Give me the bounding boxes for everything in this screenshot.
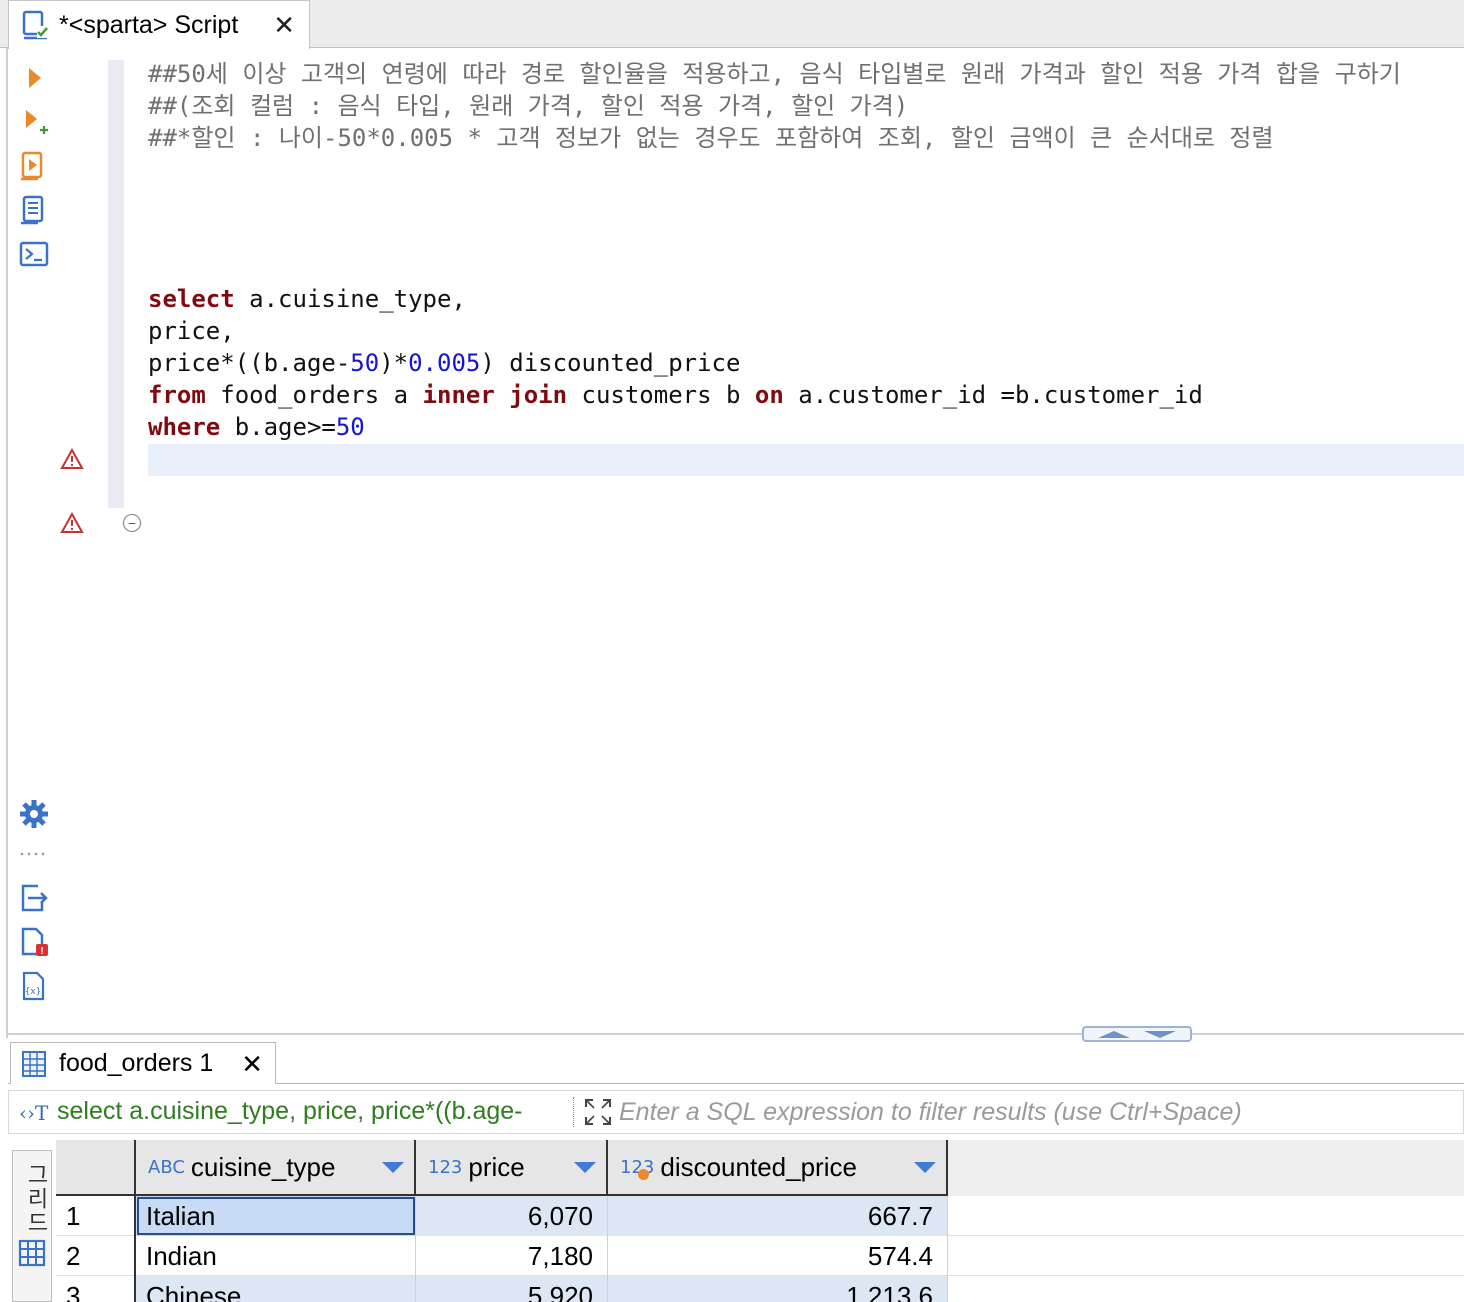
comment-line-3[interactable]: ##*할인 : 나이-50*0.005 * 고객 정보가 없는 경우도 포함하여… xyxy=(148,122,1274,154)
table-grid-icon xyxy=(22,1050,46,1077)
maximize-arrow-icon[interactable] xyxy=(1098,1030,1130,1038)
editor-line-ruler xyxy=(108,60,124,508)
cell-cuisine-type[interactable]: Indian xyxy=(136,1236,416,1276)
calculated-dot-icon xyxy=(638,1168,649,1180)
sql-line-price[interactable]: price, xyxy=(148,315,235,347)
sort-dropdown-icon[interactable] xyxy=(914,1162,936,1173)
grid-side-label: 그리드 xyxy=(23,1163,48,1235)
sql-expr-part-b: )* xyxy=(379,349,409,377)
sql-line-discount[interactable]: price*((b.age-50)*0.005) discounted_pric… xyxy=(148,347,740,379)
explain-plan-icon[interactable] xyxy=(18,194,50,226)
grid-view-side-panel[interactable]: 그리드 xyxy=(12,1150,52,1302)
sql-from-table: food_orders a xyxy=(205,381,423,409)
calculated-numeric-type-icon: 123 xyxy=(620,1157,654,1180)
editor-tab-bar: *<sparta> Script ✕ xyxy=(0,0,1464,49)
row-number[interactable]: 1 xyxy=(56,1196,136,1236)
filter-input[interactable] xyxy=(619,1095,1449,1129)
expand-filter-icon[interactable] xyxy=(583,1097,613,1127)
column-header-label: cuisine_type xyxy=(190,1151,336,1182)
terminal-icon[interactable] xyxy=(18,238,50,270)
column-header-label: price xyxy=(468,1151,525,1182)
cell-price[interactable]: 5,920 xyxy=(416,1276,608,1302)
comment-line-2[interactable]: ##(조회 컬럼 : 음식 타입, 원래 가격, 할인 적용 가격, 할인 가격… xyxy=(148,90,908,122)
close-script-tab-icon[interactable]: ✕ xyxy=(273,12,295,38)
column-header-label: discounted_price xyxy=(660,1151,857,1182)
sort-dropdown-icon[interactable] xyxy=(574,1162,596,1173)
sql-where-number: 50 xyxy=(335,413,365,441)
minimize-arrow-icon[interactable] xyxy=(1144,1030,1176,1038)
filter-separator xyxy=(573,1097,574,1127)
sql-join-table: customers b xyxy=(567,381,755,409)
text-type-icon: ABC xyxy=(148,1156,185,1178)
svg-text:!: ! xyxy=(40,946,43,957)
script-tab[interactable]: *<sparta> Script ✕ xyxy=(8,0,310,49)
keyword-from: from xyxy=(148,381,206,409)
keyword-select: select xyxy=(148,285,235,313)
execute-script-icon[interactable] xyxy=(18,150,50,182)
sql-select-columns: a.cuisine_type, xyxy=(234,285,466,313)
settings-icon[interactable] xyxy=(18,798,50,830)
sql-line-select[interactable]: select a.cuisine_type, xyxy=(148,283,466,315)
svg-text:{x}: {x} xyxy=(25,987,41,997)
keyword-on: on xyxy=(754,381,784,409)
cell-discounted-price[interactable]: 667.7 xyxy=(608,1196,948,1236)
row-number-header[interactable] xyxy=(56,1140,136,1196)
keyword-inner-join: inner join xyxy=(422,381,568,409)
grid-view-icon[interactable] xyxy=(18,1239,46,1267)
sql-expr-part-a: price*((b.age- xyxy=(148,349,351,377)
sql-line-from[interactable]: from food_orders a inner join customers … xyxy=(148,379,1203,411)
row-number[interactable]: 2 xyxy=(56,1236,136,1276)
filter-bar: ‹›T select a.cuisine_type, price, price*… xyxy=(8,1090,1464,1134)
sql-expr-part-c: ) discounted_price xyxy=(480,349,741,377)
sql-script-icon xyxy=(22,10,49,40)
sql-number-0005: 0.005 xyxy=(408,349,481,377)
cell-price[interactable]: 6,070 xyxy=(416,1196,608,1236)
variables-icon[interactable]: {x} xyxy=(18,970,50,1002)
column-header-discounted-price[interactable]: 123 discounted_price xyxy=(608,1140,948,1196)
results-tab-label: food_orders 1 xyxy=(59,1049,214,1077)
script-tab-label: *<sparta> Script xyxy=(59,10,239,39)
panel-splitter[interactable] xyxy=(8,1033,1464,1035)
query-preview[interactable]: select a.cuisine_type, price, price*((b.… xyxy=(57,1097,567,1126)
cell-discounted-price[interactable]: 1,213.6 xyxy=(608,1276,948,1302)
splitter-toggle-handle[interactable] xyxy=(1082,1026,1192,1042)
cell-cuisine-type[interactable]: Italian xyxy=(136,1196,416,1236)
comment-line-1[interactable]: ##50세 이상 고객의 연령에 따라 경로 할인율을 적용하고, 음식 타입별… xyxy=(148,58,1401,90)
sql-join-condition: a.customer_id =b.customer_id xyxy=(783,381,1203,409)
grid-header: ABC cuisine_type 123 price 123 discounte… xyxy=(56,1140,1464,1196)
execute-new-tab-icon[interactable] xyxy=(18,106,50,138)
export-icon[interactable] xyxy=(18,882,50,914)
results-tab[interactable]: food_orders 1 ✕ xyxy=(10,1042,276,1084)
column-header-price[interactable]: 123 price xyxy=(416,1140,608,1196)
table-row[interactable]: 3 Chinese 5,920 1,213.6 xyxy=(56,1276,1464,1302)
keyword-where: where xyxy=(148,413,221,441)
sql-number-50: 50 xyxy=(350,349,380,377)
results-tab-bar: food_orders 1 ✕ xyxy=(8,1042,1464,1084)
warning-icon[interactable] xyxy=(60,448,84,470)
collapse-fold-icon[interactable]: − xyxy=(123,514,141,532)
sort-dropdown-icon[interactable] xyxy=(382,1162,404,1173)
cell-discounted-price[interactable]: 574.4 xyxy=(608,1236,948,1276)
toolbar-separator-dots xyxy=(20,852,45,856)
current-line-highlight xyxy=(148,444,1464,476)
execute-icon[interactable] xyxy=(18,62,50,94)
sql-where-condition: b.age>= xyxy=(220,413,336,441)
close-results-tab-icon[interactable]: ✕ xyxy=(241,1051,263,1077)
table-row[interactable]: 1 Italian 6,070 667.7 xyxy=(56,1196,1464,1236)
left-border xyxy=(6,48,8,1038)
numeric-type-icon: 123 xyxy=(428,1156,463,1178)
row-number[interactable]: 3 xyxy=(56,1276,136,1302)
table-row[interactable]: 2 Indian 7,180 574.4 xyxy=(56,1236,1464,1276)
query-text-icon: ‹›T xyxy=(19,1101,49,1125)
column-header-cuisine-type[interactable]: ABC cuisine_type xyxy=(136,1140,416,1196)
error-log-icon[interactable]: ! xyxy=(18,926,50,958)
cell-cuisine-type[interactable]: Chinese xyxy=(136,1276,416,1302)
sql-line-where[interactable]: where b.age>=50 xyxy=(148,411,365,443)
warning-icon[interactable] xyxy=(60,512,84,534)
cell-price[interactable]: 7,180 xyxy=(416,1236,608,1276)
